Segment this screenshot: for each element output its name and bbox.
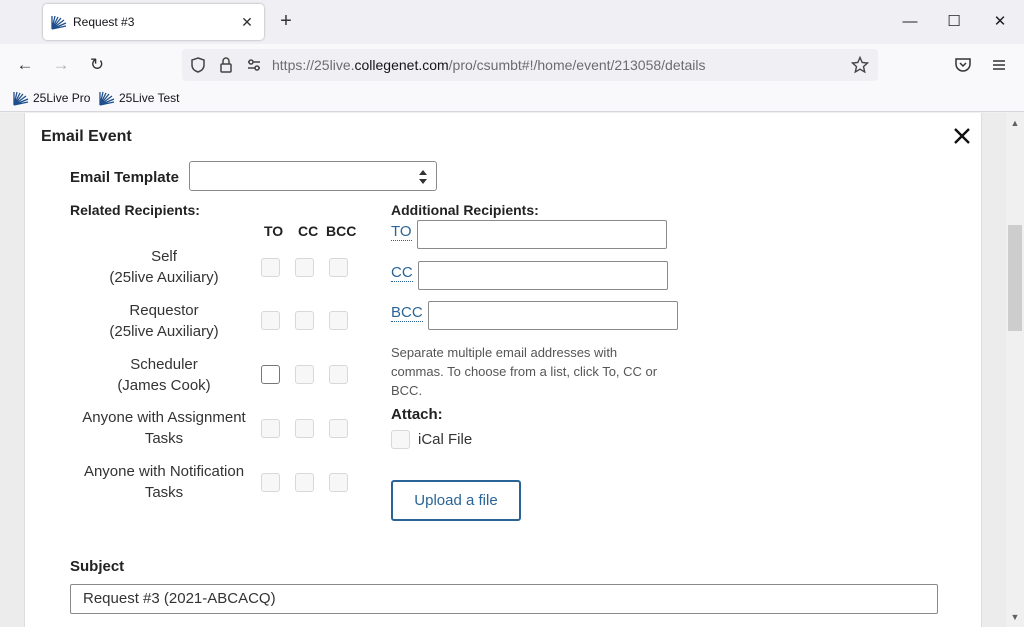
- scheduler-to-checkbox[interactable]: [261, 365, 280, 384]
- recipient-name: Scheduler: [130, 356, 198, 373]
- related-recipients-label: Related Recipients:: [70, 202, 200, 218]
- 25live-favicon-icon: [51, 14, 67, 30]
- column-header-bcc: BCC: [326, 223, 357, 239]
- forward-icon[interactable]: →: [50, 54, 72, 76]
- bookmarks-bar: 25Live Pro 25Live Test: [0, 86, 1024, 112]
- permissions-icon[interactable]: [244, 55, 264, 75]
- requestor-bcc-checkbox[interactable]: [329, 311, 348, 330]
- notification-bcc-checkbox[interactable]: [329, 473, 348, 492]
- page-scrollbar[interactable]: ▲ ▼: [1006, 113, 1024, 627]
- recipient-assignment-tasks: Anyone with Assignment Tasks: [65, 407, 263, 449]
- bcc-link[interactable]: BCC: [391, 304, 423, 322]
- pocket-icon[interactable]: [952, 54, 974, 76]
- recipient-scheduler: Scheduler (James Cook): [65, 354, 263, 396]
- reload-icon[interactable]: ↻: [86, 54, 108, 76]
- bookmark-label: 25Live Pro: [33, 91, 91, 105]
- tab-bar: Request #3 ✕ + — ☐ ✕: [0, 0, 1024, 44]
- column-header-to: TO: [264, 223, 284, 239]
- additional-recipients-label: Additional Recipients:: [391, 202, 539, 218]
- scheduler-bcc-checkbox[interactable]: [329, 365, 348, 384]
- close-icon[interactable]: [951, 125, 973, 147]
- minimize-icon[interactable]: —: [900, 12, 920, 32]
- shield-icon[interactable]: [188, 55, 208, 75]
- self-cc-checkbox[interactable]: [295, 258, 314, 277]
- notification-to-checkbox[interactable]: [261, 473, 280, 492]
- recipient-detail: (25live Auxiliary): [109, 323, 219, 340]
- self-to-checkbox[interactable]: [261, 258, 280, 277]
- menu-icon[interactable]: [988, 54, 1010, 76]
- lock-icon[interactable]: [216, 55, 236, 75]
- recipient-name: Requestor: [129, 302, 199, 319]
- 25live-favicon-icon: [13, 91, 29, 106]
- scheduler-cc-checkbox[interactable]: [295, 365, 314, 384]
- scroll-up-icon[interactable]: ▲: [1006, 115, 1024, 131]
- 25live-favicon-icon: [99, 91, 115, 106]
- assignment-to-checkbox[interactable]: [261, 419, 280, 438]
- to-link[interactable]: TO: [391, 223, 412, 241]
- email-template-select[interactable]: [189, 161, 437, 191]
- assignment-bcc-checkbox[interactable]: [329, 419, 348, 438]
- ical-file-checkbox[interactable]: [391, 430, 410, 449]
- url-text[interactable]: https://25live.collegenet.com/pro/csumbt…: [272, 57, 706, 73]
- recipient-name: Self: [151, 248, 177, 265]
- recipient-detail: Tasks: [144, 430, 184, 447]
- requestor-to-checkbox[interactable]: [261, 311, 280, 330]
- recipient-detail: (James Cook): [117, 377, 211, 394]
- tab-title: Request #3: [73, 15, 135, 29]
- new-tab-icon[interactable]: +: [276, 11, 296, 31]
- star-icon[interactable]: [850, 55, 870, 75]
- ical-file-label: iCal File: [418, 431, 473, 448]
- dialog-title: Email Event: [41, 128, 132, 145]
- window-close-icon[interactable]: ✕: [990, 12, 1010, 32]
- scrollbar-thumb[interactable]: [1008, 225, 1022, 331]
- bookmark-label: 25Live Test: [119, 91, 180, 105]
- page-viewport: Email Event Email Template Related Recip…: [0, 113, 1006, 627]
- email-hint-text: Separate multiple email addresses with c…: [391, 345, 658, 398]
- column-header-cc: CC: [298, 223, 319, 239]
- recipient-detail: (25live Auxiliary): [109, 269, 219, 286]
- recipient-notification-tasks: Anyone with Notification Tasks: [65, 461, 263, 503]
- recipient-detail: Tasks: [144, 484, 184, 501]
- maximize-icon[interactable]: ☐: [944, 12, 964, 32]
- self-bcc-checkbox[interactable]: [329, 258, 348, 277]
- recipient-name: Anyone with Assignment: [82, 409, 246, 426]
- attach-label: Attach:: [391, 406, 443, 423]
- upload-file-button[interactable]: Upload a file: [391, 480, 521, 521]
- tab-close-icon[interactable]: ✕: [238, 13, 256, 31]
- cc-link[interactable]: CC: [391, 264, 413, 282]
- bcc-email-input[interactable]: [428, 301, 678, 330]
- email-template-label: Email Template: [70, 169, 179, 186]
- browser-tab[interactable]: Request #3 ✕: [43, 4, 264, 40]
- bookmark-25live-pro[interactable]: 25Live Pro: [13, 90, 90, 106]
- bookmark-25live-test[interactable]: 25Live Test: [99, 90, 180, 106]
- assignment-cc-checkbox[interactable]: [295, 419, 314, 438]
- subject-input[interactable]: Request #3 (2021-ABCACQ): [70, 584, 938, 614]
- requestor-cc-checkbox[interactable]: [295, 311, 314, 330]
- scroll-down-icon[interactable]: ▼: [1006, 609, 1024, 625]
- navigation-bar: ← → ↻ https://25live.collegenet.com/pro/…: [0, 44, 1024, 86]
- cc-email-input[interactable]: [418, 261, 668, 290]
- recipient-name: Anyone with Notification: [83, 463, 245, 480]
- select-arrows-icon: [419, 170, 427, 184]
- notification-cc-checkbox[interactable]: [295, 473, 314, 492]
- to-email-input[interactable]: [417, 220, 667, 249]
- email-event-dialog: Email Event Email Template Related Recip…: [24, 113, 982, 627]
- back-icon[interactable]: ←: [14, 54, 36, 76]
- recipient-requestor: Requestor (25live Auxiliary): [65, 300, 263, 342]
- recipient-self: Self (25live Auxiliary): [65, 246, 263, 288]
- subject-label: Subject: [70, 558, 125, 575]
- url-bar[interactable]: https://25live.collegenet.com/pro/csumbt…: [182, 49, 878, 81]
